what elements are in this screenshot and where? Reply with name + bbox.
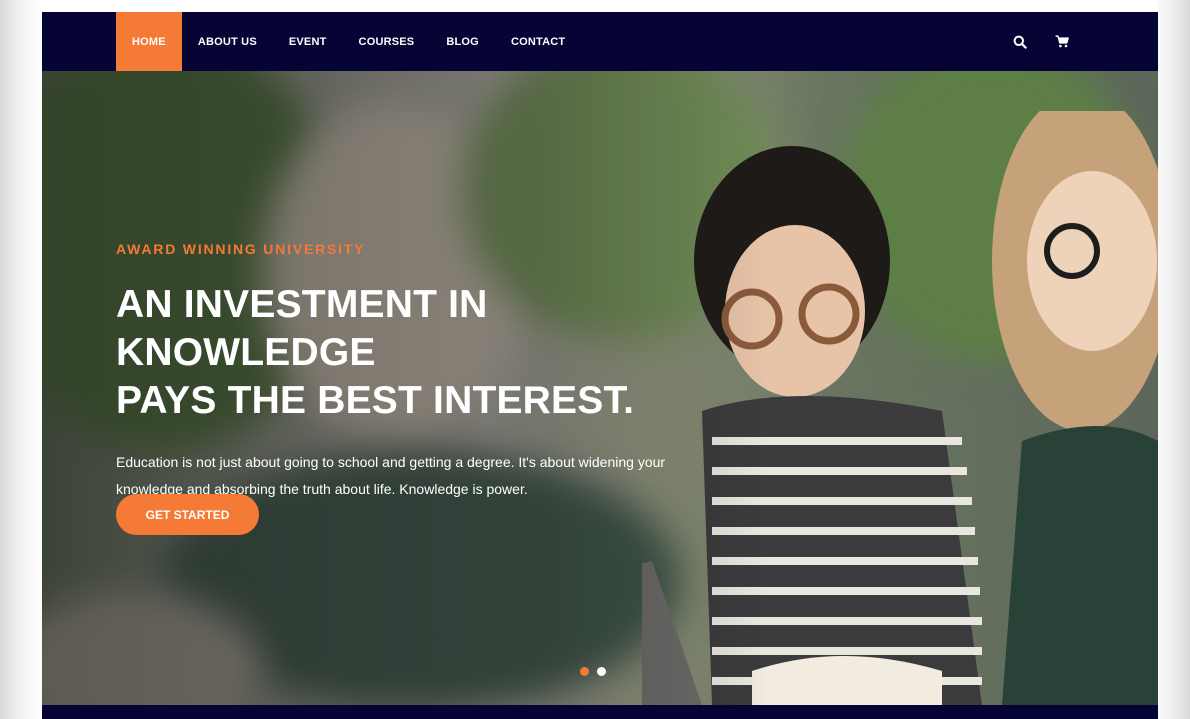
slider-dots (580, 667, 606, 676)
hero-description-line-1: Education is not just about going to sch… (116, 454, 666, 470)
next-section-strip (42, 705, 1158, 719)
hero-kicker: AWARD WINNING UNIVERSITY (116, 241, 366, 257)
hero-content: AWARD WINNING UNIVERSITY AN INVESTMENT I… (116, 241, 756, 503)
search-icon-graphic (1013, 35, 1027, 49)
top-bar (42, 0, 1158, 12)
browser-background: HOME ABOUT US EVENT COURSES BLOG CONTACT (0, 0, 1190, 719)
slider-dot-1[interactable] (580, 667, 589, 676)
nav-menu: HOME ABOUT US EVENT COURSES BLOG CONTACT (116, 12, 581, 71)
nav-blog[interactable]: BLOG (430, 12, 495, 71)
nav-event[interactable]: EVENT (273, 12, 343, 71)
nav-courses[interactable]: COURSES (343, 12, 431, 71)
cart-icon[interactable] (1054, 34, 1070, 50)
hero-title-line-1: AN INVESTMENT IN KNOWLEDGE (116, 283, 488, 374)
get-started-button[interactable]: GET STARTED (116, 494, 259, 535)
nav-about-us[interactable]: ABOUT US (182, 12, 273, 71)
cart-icon-graphic (1055, 35, 1069, 48)
nav-contact[interactable]: CONTACT (495, 12, 581, 71)
hero-title-line-2: PAYS THE BEST INTEREST. (116, 379, 635, 422)
nav-icons (1012, 12, 1070, 71)
hero-slider: AWARD WINNING UNIVERSITY AN INVESTMENT I… (42, 71, 1158, 705)
search-icon[interactable] (1012, 34, 1028, 50)
main-navbar: HOME ABOUT US EVENT COURSES BLOG CONTACT (42, 12, 1158, 71)
hero-title: AN INVESTMENT IN KNOWLEDGE PAYS THE BEST… (116, 281, 756, 425)
website: HOME ABOUT US EVENT COURSES BLOG CONTACT (42, 0, 1158, 719)
nav-home[interactable]: HOME (116, 12, 182, 71)
slider-dot-2[interactable] (597, 667, 606, 676)
